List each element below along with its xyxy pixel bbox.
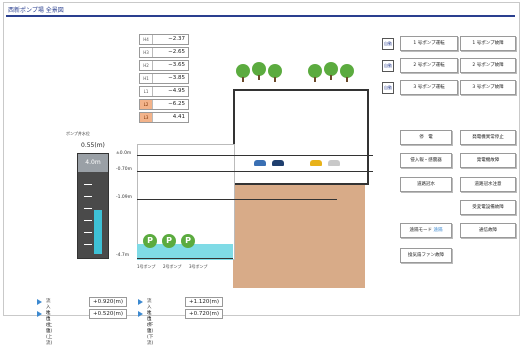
level-tag-2: -1.09m — [116, 195, 133, 200]
level-row-h1: H1 −3.85 — [139, 73, 189, 84]
tree-icon — [308, 64, 322, 78]
level-table: H4 −2.37 H3 −2.65 H2 −3.65 H1 −3.85 L1 −4.95 … — [139, 34, 189, 125]
car-icon — [328, 160, 340, 166]
gauge-tick — [84, 220, 92, 221]
tree-icon — [268, 64, 282, 78]
pump-1-fault-button[interactable]: 1 号ポンプ故障 — [460, 36, 516, 51]
arrow-right-icon — [138, 299, 143, 305]
road-flood-button[interactable]: 道路冠水 — [400, 177, 452, 192]
outage-button[interactable]: 停 電 — [400, 130, 452, 145]
level-line-3 — [137, 258, 233, 259]
level-tag-3: -4.7m — [116, 253, 130, 258]
car-icon — [310, 160, 322, 166]
auto-indicator-1[interactable]: 自動 — [382, 38, 394, 50]
generator-fault-button[interactable]: 発電機故障 — [460, 153, 516, 168]
auto-indicator-3[interactable]: 自動 — [382, 82, 394, 94]
level-row-h2: H2 −3.65 — [139, 60, 189, 71]
gauge-value: 0.55(m) — [81, 142, 105, 149]
tree-icon — [236, 64, 250, 78]
fan-fault-button[interactable]: 換気扇ファン故障 — [400, 248, 452, 263]
pump-2-run-button[interactable]: 2 号ポンプ運転 — [400, 58, 458, 73]
level-line-0 — [137, 155, 373, 156]
auto-indicator-2[interactable]: 自動 — [382, 60, 394, 72]
car-icon — [272, 160, 284, 166]
water-level-gauge: 4.0m — [77, 153, 109, 259]
tree-icon — [324, 62, 338, 76]
pump-3-run-button[interactable]: 3 号ポンプ運転 — [400, 80, 458, 95]
scada-window: 西新ポンプ場 全景図 H4 −2.37 H3 −2.65 H2 −3.65 H1 −3.… — [0, 0, 523, 346]
pump-3-icon[interactable]: P — [181, 234, 195, 248]
pump-3-fault-button[interactable]: 3 号ポンプ故障 — [460, 80, 516, 95]
tree-icon — [340, 64, 354, 78]
pump-3-label: 3号ポンプ — [189, 264, 208, 269]
pump-1-label: 1号ポンプ — [137, 264, 156, 269]
page-title: 西新ポンプ場 全景図 — [8, 7, 64, 14]
flood-alarm-button[interactable]: 道路冠水注意 — [460, 177, 516, 192]
level-line-1 — [137, 171, 373, 172]
level-row-l3: L3 4.41 — [139, 112, 189, 123]
tree-trunk — [314, 77, 316, 82]
pump-2-label: 2号ポンプ — [163, 264, 182, 269]
car-icon — [254, 160, 266, 166]
generator-trip-button[interactable]: 発電機異常停止 — [460, 130, 516, 145]
arrow-right-icon — [37, 299, 42, 305]
pump-1-icon[interactable]: P — [143, 234, 157, 248]
tree-trunk — [330, 75, 332, 80]
pump-2-fault-button[interactable]: 2 号ポンプ故障 — [460, 58, 516, 73]
pump-2-icon[interactable]: P — [162, 234, 176, 248]
gauge-tick — [84, 232, 92, 233]
tree-trunk — [346, 77, 348, 82]
intrusion-button[interactable]: 侵入報・感震器 — [400, 153, 452, 168]
tree-trunk — [274, 77, 276, 82]
comm-fault-button[interactable]: 通信故障 — [460, 223, 516, 238]
gauge-title: ポンプ井水位 — [66, 131, 90, 136]
remote-mode-value: 遠隔 — [433, 228, 443, 233]
arrow-right-icon — [138, 311, 143, 317]
level-row-l1: L1 −4.95 — [139, 86, 189, 97]
level-row-h4: H4 −2.37 — [139, 34, 189, 45]
level-row-l2: L2 −6.25 — [139, 99, 189, 110]
tree-trunk — [258, 75, 260, 80]
pump-1-run-button[interactable]: 1 号ポンプ運転 — [400, 36, 458, 51]
title-bar: 西新ポンプ場 全景図 — [6, 4, 515, 17]
level-tag-0: ±0.0m — [116, 151, 132, 156]
remote-mode-button[interactable]: 遠隔モード 遠隔 — [400, 223, 452, 238]
gauge-tick — [84, 244, 92, 245]
gauge-header: 4.0m — [78, 154, 108, 172]
tree-trunk — [242, 77, 244, 82]
gauge-tick — [84, 196, 92, 197]
tree-icon — [252, 62, 266, 76]
remote-mode-label: 遠隔モード — [409, 228, 433, 233]
gauge-water-fill — [94, 210, 102, 254]
level-row-h3: H3 −2.65 — [139, 47, 189, 58]
ground-section — [233, 170, 365, 288]
arrow-right-icon — [37, 311, 42, 317]
gauge-tick — [84, 208, 92, 209]
substation-fault-button[interactable]: 受変電設備故障 — [460, 200, 516, 215]
level-tag-1: -0.70m — [116, 167, 133, 172]
gauge-tick — [84, 184, 92, 185]
level-line-2 — [137, 199, 337, 200]
